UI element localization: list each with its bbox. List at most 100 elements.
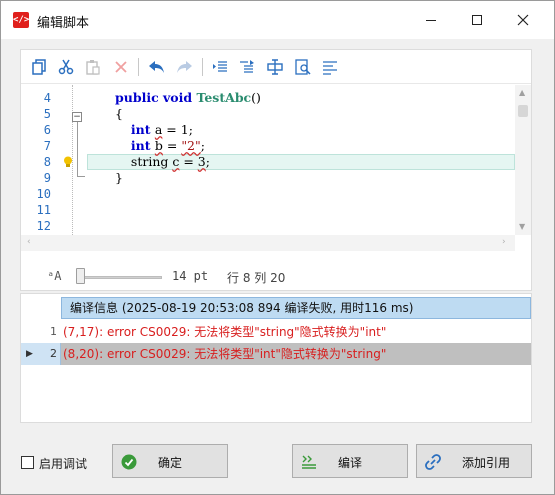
cut-button[interactable] xyxy=(56,57,76,77)
ok-button[interactable]: 确定 xyxy=(112,444,228,478)
comment-icon xyxy=(267,59,283,75)
debug-checkbox[interactable] xyxy=(21,456,34,469)
code-token: string xyxy=(130,154,173,169)
code-token: public xyxy=(115,90,164,105)
line-number-gutter: 4 5 6 7 8 9 10 11 12 xyxy=(21,90,51,234)
compile-info-header: 编译信息 (2025-08-19 20:53:08 894 编译失败, 用时11… xyxy=(61,297,531,319)
close-button[interactable] xyxy=(500,1,546,39)
line-number: 11 xyxy=(36,203,51,217)
debug-checkbox-label[interactable]: 启用调试 xyxy=(39,455,87,472)
code-token: } xyxy=(115,170,123,185)
find-icon xyxy=(295,59,311,75)
error-row-number: 1 xyxy=(50,325,57,338)
line-number: 12 xyxy=(36,219,51,233)
paste-icon xyxy=(86,60,100,75)
title-bar: </> 编辑脚本 xyxy=(1,1,554,39)
code-token: = xyxy=(162,138,182,153)
code-token: b xyxy=(154,138,163,153)
code-line: { xyxy=(115,106,261,122)
window-title: 编辑脚本 xyxy=(37,16,90,31)
scroll-left-icon[interactable]: ‹ xyxy=(27,237,31,247)
line-number: 5 xyxy=(43,107,51,121)
find-button[interactable] xyxy=(293,57,313,77)
paste-button[interactable] xyxy=(83,57,103,77)
fold-toggle-icon[interactable]: − xyxy=(72,112,82,122)
code-line: public void TestAbc() xyxy=(115,90,261,106)
line-number: 10 xyxy=(36,187,51,201)
editor-toolbar xyxy=(21,50,531,84)
copy-icon xyxy=(32,59,46,75)
code-token: { xyxy=(115,106,123,121)
compile-output-panel: 编译信息 (2025-08-19 20:53:08 894 编译失败, 用时11… xyxy=(20,293,532,423)
code-token: "2" xyxy=(181,138,201,153)
delete-button[interactable] xyxy=(111,57,131,77)
editor-panel: 4 5 6 7 8 9 10 11 12 − public void TestA… xyxy=(20,49,532,291)
close-icon xyxy=(517,14,529,26)
undo-button[interactable] xyxy=(147,57,167,77)
code-token: () xyxy=(251,90,261,105)
zoom-status-bar: ᵃA 14 pt 行 8 列 20 xyxy=(21,260,531,290)
format-button[interactable] xyxy=(320,57,340,77)
code-token: int xyxy=(130,138,155,153)
code-token: = 1; xyxy=(162,122,193,137)
maximize-button[interactable] xyxy=(454,1,500,39)
comment-button[interactable] xyxy=(265,57,285,77)
compile-button[interactable]: 编译 xyxy=(292,444,408,478)
cut-icon xyxy=(58,59,74,75)
toolbar-separator xyxy=(138,58,139,76)
outdent-icon xyxy=(213,61,227,72)
error-message: (8,20): error CS0029: 无法将类型"int"隐式转换为"st… xyxy=(63,347,387,361)
line-number: 8 xyxy=(43,155,51,169)
minimize-button[interactable] xyxy=(408,1,454,39)
error-row-number: 2 xyxy=(50,347,57,360)
zoom-slider-thumb[interactable] xyxy=(76,268,85,284)
fold-guide-end xyxy=(77,176,85,177)
code-token: int xyxy=(130,122,155,137)
horizontal-scrollbar[interactable]: ‹ › xyxy=(21,235,515,251)
copy-button[interactable] xyxy=(29,57,49,77)
format-icon xyxy=(323,61,337,75)
scroll-down-icon[interactable]: ▼ xyxy=(519,222,525,231)
add-reference-button[interactable]: 添加引用 xyxy=(416,444,532,478)
line-number: 4 xyxy=(43,91,51,105)
code-line: int a = 1; xyxy=(115,122,261,138)
code-line: } xyxy=(115,170,261,186)
indent-button[interactable] xyxy=(237,57,257,77)
maximize-icon xyxy=(472,15,482,25)
script-editor-window: </> 编辑脚本 4 5 6 7 8 9 10 11 12 − public v… xyxy=(0,0,555,495)
outdent-button[interactable] xyxy=(210,57,230,77)
vertical-scrollbar[interactable]: ▲ ▼ xyxy=(515,85,531,235)
toolbar-separator xyxy=(202,58,203,76)
scroll-thumb[interactable] xyxy=(518,105,528,117)
indent-icon xyxy=(240,60,254,73)
zoom-slider-track[interactable] xyxy=(76,276,162,279)
dialog-footer: 启用调试 确定 编译 添加引用 xyxy=(1,431,554,495)
error-row[interactable]: 1 (7,17): error CS0029: 无法将类型"string"隐式转… xyxy=(21,321,531,343)
error-row-selected[interactable]: ▶ 2 (8,20): error CS0029: 无法将类型"int"隐式转换… xyxy=(21,343,531,365)
font-size-icon: ᵃA xyxy=(47,269,62,283)
line-number: 7 xyxy=(43,139,51,153)
code-token: void xyxy=(163,90,197,105)
code-app-icon: </> xyxy=(13,12,29,28)
minimize-icon xyxy=(426,19,436,21)
redo-button[interactable] xyxy=(174,57,194,77)
code-token: ; xyxy=(205,154,210,169)
error-message: (7,17): error CS0029: 无法将类型"string"隐式转换为… xyxy=(63,325,387,339)
compile-button-label: 编译 xyxy=(337,456,362,470)
scroll-up-icon[interactable]: ▲ xyxy=(519,88,525,97)
delete-icon xyxy=(115,61,127,73)
code-token: = xyxy=(179,154,198,169)
code-line: string c = 3; xyxy=(115,154,261,170)
undo-icon xyxy=(149,61,164,73)
fold-guide xyxy=(77,121,78,176)
add-reference-button-label: 添加引用 xyxy=(461,456,510,470)
scroll-right-icon[interactable]: › xyxy=(502,237,506,247)
redo-icon xyxy=(177,61,192,73)
code-token: TestAbc xyxy=(196,90,252,105)
code-editor[interactable]: 4 5 6 7 8 9 10 11 12 − public void TestA… xyxy=(21,85,515,235)
code-line: int b = "2"; xyxy=(115,138,261,154)
lightbulb-icon[interactable] xyxy=(63,156,73,168)
